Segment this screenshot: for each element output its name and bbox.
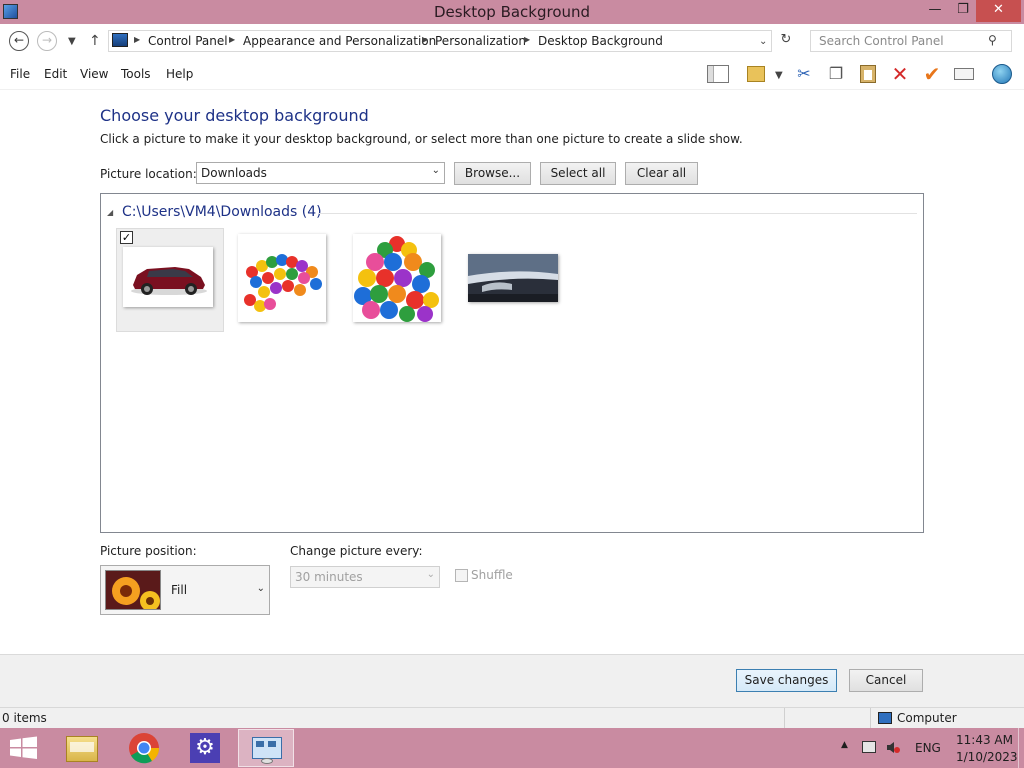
change-every-label: Change picture every: — [290, 544, 423, 558]
menu-view[interactable]: View — [80, 67, 108, 81]
layout-icon[interactable] — [706, 63, 730, 85]
clock-date[interactable]: 1/10/2023 — [956, 750, 1018, 764]
change-every-value: 30 minutes — [295, 570, 363, 584]
picture-item-colorful-eggs[interactable] — [347, 228, 455, 332]
folder-properties-icon[interactable] — [744, 63, 768, 85]
start-icon[interactable] — [0, 729, 56, 767]
language-indicator[interactable]: ENG — [915, 741, 941, 755]
select-all-button[interactable]: Select all — [540, 162, 616, 185]
computer-icon — [878, 712, 892, 724]
clock-time[interactable]: 11:43 AM — [956, 733, 1013, 747]
title-bar: Desktop Background — ❐ ✕ — [0, 0, 1024, 24]
up-arrow-icon[interactable]: ↑ — [89, 33, 101, 49]
picture-position-label: Picture position: — [100, 544, 197, 558]
show-hidden-icons-chevron-icon[interactable]: ▲ — [841, 740, 848, 750]
close-button[interactable]: ✕ — [976, 0, 1021, 22]
shuffle-checkbox[interactable] — [455, 569, 468, 582]
folder-options-chevron-icon[interactable]: ▼ — [775, 70, 783, 81]
colorful-eggs-thumbnail — [353, 234, 441, 322]
globe-icon[interactable] — [990, 63, 1014, 85]
recent-locations-chevron-icon[interactable]: ▼ — [68, 36, 76, 47]
copy-icon[interactable]: ❐ — [824, 63, 848, 85]
search-icon[interactable]: ⚲ — [988, 33, 997, 47]
forward-arrow-icon[interactable]: → — [37, 31, 57, 51]
picture-gallery[interactable]: ◢ C:\Users\VM4\Downloads (4) ✓ — [100, 193, 924, 533]
picture-checkbox[interactable]: ✓ — [120, 231, 133, 244]
rename-icon[interactable] — [952, 63, 976, 85]
breadcrumb-separator-icon[interactable]: ▶ — [134, 35, 140, 44]
cut-icon[interactable]: ✂ — [792, 63, 816, 85]
breadcrumb-control-panel[interactable]: Control Panel — [148, 34, 228, 48]
shuffle-label: Shuffle — [471, 568, 513, 582]
chrome-icon[interactable] — [116, 729, 172, 767]
file-explorer-icon[interactable] — [56, 729, 112, 767]
change-every-select[interactable]: 30 minutes ⌄ — [290, 566, 440, 588]
picture-item-red-suv[interactable]: ✓ — [116, 228, 224, 332]
check-icon[interactable]: ✔ — [920, 63, 944, 85]
breadcrumb-desktop-background[interactable]: Desktop Background — [538, 34, 663, 48]
position-preview-thumbnail — [105, 570, 161, 610]
clear-all-button[interactable]: Clear all — [625, 162, 698, 185]
refresh-icon[interactable]: ↻ — [776, 30, 796, 52]
picture-item-colorful-balls[interactable] — [232, 228, 340, 332]
chevron-down-icon: ⌄ — [431, 165, 440, 176]
menu-edit[interactable]: Edit — [44, 67, 67, 81]
picture-item-car-door-handle[interactable] — [462, 228, 570, 332]
breadcrumb-separator-icon[interactable]: ▶ — [422, 35, 428, 44]
collapse-group-icon[interactable]: ◢ — [107, 208, 113, 217]
picture-position-select[interactable]: Fill ⌄ — [100, 565, 270, 615]
back-arrow-icon[interactable]: ← — [9, 31, 29, 51]
colorful-balls-thumbnail — [238, 234, 326, 322]
chevron-down-icon: ⌄ — [426, 569, 435, 580]
picture-location-label: Picture location: — [100, 167, 197, 181]
red-suv-thumbnail — [123, 247, 213, 307]
picture-location-select[interactable]: Downloads ⌄ — [196, 162, 445, 184]
breadcrumb-appearance[interactable]: Appearance and Personalization — [243, 34, 436, 48]
car-door-handle-thumbnail — [468, 254, 558, 302]
status-divider — [870, 708, 871, 728]
address-row: ← → ▼ ↑ ▶ Control Panel ▶ Appearance and… — [0, 24, 1024, 58]
picture-position-value: Fill — [171, 583, 188, 597]
show-desktop-button[interactable] — [1018, 728, 1024, 768]
status-bar: 0 items Computer — [0, 707, 1024, 728]
page-description: Click a picture to make it your desktop … — [100, 132, 743, 146]
breadcrumb-separator-icon[interactable]: ▶ — [229, 35, 235, 44]
save-changes-button[interactable]: Save changes — [736, 669, 837, 692]
control-panel-icon[interactable] — [238, 729, 294, 767]
cancel-button[interactable]: Cancel — [849, 669, 923, 692]
volume-muted-icon[interactable] — [886, 741, 900, 754]
item-count-text: 0 items — [2, 711, 47, 725]
taskbar: ⚙ ▲ ENG 11:43 AM 1/10/2023 — [0, 728, 1024, 768]
settings-icon[interactable]: ⚙ — [177, 729, 233, 767]
menu-help[interactable]: Help — [166, 67, 193, 81]
paste-icon[interactable] — [856, 63, 880, 85]
browse-button[interactable]: Browse... — [454, 162, 531, 185]
menu-file[interactable]: File — [10, 67, 30, 81]
window-title: Desktop Background — [433, 3, 591, 21]
network-icon[interactable] — [862, 741, 876, 753]
group-divider — [319, 213, 917, 214]
group-header[interactable]: C:\Users\VM4\Downloads (4) — [122, 204, 322, 220]
minimize-button[interactable]: — — [920, 0, 950, 22]
breadcrumb-separator-icon[interactable]: ▶ — [524, 35, 530, 44]
address-bar[interactable]: ▶ Control Panel ▶ Appearance and Persona… — [108, 30, 772, 52]
location-text: Computer — [897, 711, 957, 725]
menu-bar: File Edit View Tools Help ▼ ✂ ❐ ✕ ✔ — [0, 58, 1024, 90]
menu-tools[interactable]: Tools — [121, 67, 151, 81]
restore-button[interactable]: ❐ — [948, 0, 978, 22]
status-divider — [784, 708, 785, 728]
chevron-down-icon: ⌄ — [256, 583, 265, 594]
search-input[interactable]: Search Control Panel — [810, 30, 1012, 52]
control-panel-location-icon — [112, 33, 128, 47]
delete-icon[interactable]: ✕ — [888, 63, 912, 85]
page-title: Choose your desktop background — [100, 106, 369, 125]
picture-location-value: Downloads — [201, 166, 267, 180]
address-dropdown-chevron-icon[interactable]: ⌄ — [759, 36, 767, 47]
breadcrumb-personalization[interactable]: Personalization — [435, 34, 526, 48]
footer: Save changes Cancel — [0, 655, 1024, 707]
